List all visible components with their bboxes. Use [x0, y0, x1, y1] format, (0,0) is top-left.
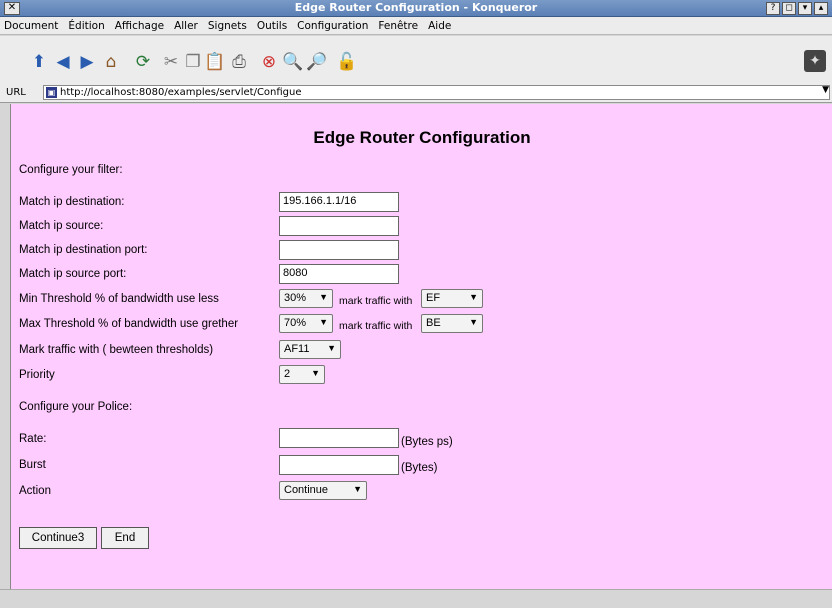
- up-icon[interactable]: ⬆: [28, 52, 50, 72]
- paste-icon[interactable]: 📋: [204, 52, 226, 72]
- help-icon[interactable]: ?: [766, 2, 780, 15]
- home-icon[interactable]: ⌂: [100, 52, 122, 72]
- chevron-down-icon: ▼: [319, 317, 328, 327]
- min-mark-value: EF: [426, 292, 441, 304]
- max-mark-value: BE: [426, 317, 441, 329]
- action-value: Continue: [284, 484, 329, 496]
- page-title: Edge Router Configuration: [313, 128, 531, 147]
- mark-between-select[interactable]: AF11 ▼: [279, 340, 341, 359]
- police-section-label: Configure your Police:: [19, 401, 133, 413]
- throbber-icon: ✦: [804, 50, 826, 72]
- menu-configuration[interactable]: Configuration: [297, 20, 368, 32]
- dest-input[interactable]: 195.166.1.1/16: [279, 192, 399, 212]
- action-label: Action: [19, 485, 51, 497]
- forward-icon[interactable]: ▶: [76, 52, 98, 72]
- page-icon: ▣: [46, 87, 57, 98]
- menu-edition[interactable]: Édition: [68, 20, 104, 32]
- priority-select[interactable]: 2 ▼: [279, 365, 325, 384]
- min-threshold-value: 30%: [284, 292, 307, 304]
- url-text: http://localhost:8080/examples/servlet/C…: [60, 87, 302, 98]
- rate-input[interactable]: [279, 428, 399, 448]
- menu-aide[interactable]: Aide: [428, 20, 451, 32]
- src-port-label: Match ip source port:: [19, 268, 127, 280]
- dest-label: Match ip destination:: [19, 196, 125, 208]
- burst-input[interactable]: [279, 455, 399, 475]
- copy-icon[interactable]: ❐: [182, 52, 204, 72]
- max-threshold-select[interactable]: 70% ▼: [279, 314, 333, 333]
- location-bar: URL ▣ http://localhost:8080/examples/ser…: [0, 84, 832, 103]
- burst-unit: (Bytes): [401, 462, 438, 474]
- menu-fenetre[interactable]: Fenêtre: [378, 20, 418, 32]
- dest-port-label: Match ip destination port:: [19, 244, 148, 256]
- max-threshold-label: Max Threshold % of bandwidth use grether: [19, 318, 239, 330]
- menu-bar: Document Édition Affichage Aller Signets…: [0, 17, 832, 35]
- src-label: Match ip source:: [19, 220, 104, 232]
- max-mark-label: mark traffic with: [339, 320, 413, 332]
- window-title: Edge Router Configuration - Konqueror: [294, 1, 538, 14]
- zoom-out-icon[interactable]: 🔎: [306, 52, 328, 72]
- stop-icon[interactable]: ⊗: [258, 52, 280, 72]
- print-icon[interactable]: ⎙: [228, 52, 250, 72]
- priority-label: Priority: [19, 369, 55, 381]
- menu-signets[interactable]: Signets: [208, 20, 247, 32]
- menu-document[interactable]: Document: [4, 20, 58, 32]
- chevron-down-icon: ▼: [311, 368, 320, 378]
- rate-unit: (Bytes ps): [401, 436, 453, 448]
- max-threshold-value: 70%: [284, 317, 307, 329]
- reload-icon[interactable]: ⟳: [132, 52, 154, 72]
- chevron-down-icon: ▼: [327, 343, 336, 353]
- min-mark-select[interactable]: EF ▼: [421, 289, 483, 308]
- url-dropdown-icon[interactable]: ▼: [822, 85, 829, 95]
- back-icon[interactable]: ◀: [52, 52, 74, 72]
- page-content: Edge Router Configuration Configure your…: [10, 104, 832, 589]
- chevron-down-icon: ▼: [319, 292, 328, 302]
- title-bar: ✕ Edge Router Configuration - Konqueror …: [0, 0, 832, 17]
- min-threshold-label: Min Threshold % of bandwidth use less: [19, 293, 219, 305]
- chevron-down-icon: ▼: [469, 317, 478, 327]
- mark-between-value: AF11: [284, 343, 310, 355]
- dest-port-input[interactable]: [279, 240, 399, 260]
- menu-aller[interactable]: Aller: [174, 20, 198, 32]
- filter-section-label: Configure your filter:: [19, 164, 123, 176]
- rate-label: Rate:: [19, 433, 47, 445]
- cut-icon[interactable]: ✂: [160, 52, 182, 72]
- end-button[interactable]: End: [101, 527, 149, 549]
- src-port-input[interactable]: 8080: [279, 264, 399, 284]
- burst-label: Burst: [19, 459, 46, 471]
- url-input[interactable]: ▣ http://localhost:8080/examples/servlet…: [43, 85, 830, 100]
- left-frame: [0, 104, 10, 589]
- src-input[interactable]: [279, 216, 399, 236]
- mark-between-label: Mark traffic with ( bewteen thresholds): [19, 344, 214, 356]
- priority-value: 2: [284, 368, 291, 380]
- max-mark-select[interactable]: BE ▼: [421, 314, 483, 333]
- minimize-icon[interactable]: ◻: [782, 2, 796, 15]
- menu-affichage[interactable]: Affichage: [115, 20, 164, 32]
- menu-outils[interactable]: Outils: [257, 20, 287, 32]
- action-select[interactable]: Continue ▼: [279, 481, 367, 500]
- window-controls: ? ◻ ▾ ▴: [766, 2, 828, 15]
- status-bar: [0, 589, 832, 608]
- chevron-down-icon: ▼: [353, 484, 362, 494]
- min-threshold-select[interactable]: 30% ▼: [279, 289, 333, 308]
- chevron-down-icon: ▼: [469, 292, 478, 302]
- zoom-in-icon[interactable]: 🔍: [282, 52, 304, 72]
- menu-down-icon[interactable]: ▾: [798, 2, 812, 15]
- toolbar: ⬆ ◀ ▶ ⌂ ⟳ ✂ ❐ 📋 ⎙ ⊗ 🔍 🔎 🔓 ✦: [0, 36, 832, 85]
- security-icon[interactable]: 🔓: [336, 52, 358, 72]
- maximize-icon[interactable]: ▴: [814, 2, 828, 15]
- url-label: URL: [6, 87, 26, 98]
- min-mark-label: mark traffic with: [339, 295, 413, 307]
- continue-button[interactable]: Continue3: [19, 527, 97, 549]
